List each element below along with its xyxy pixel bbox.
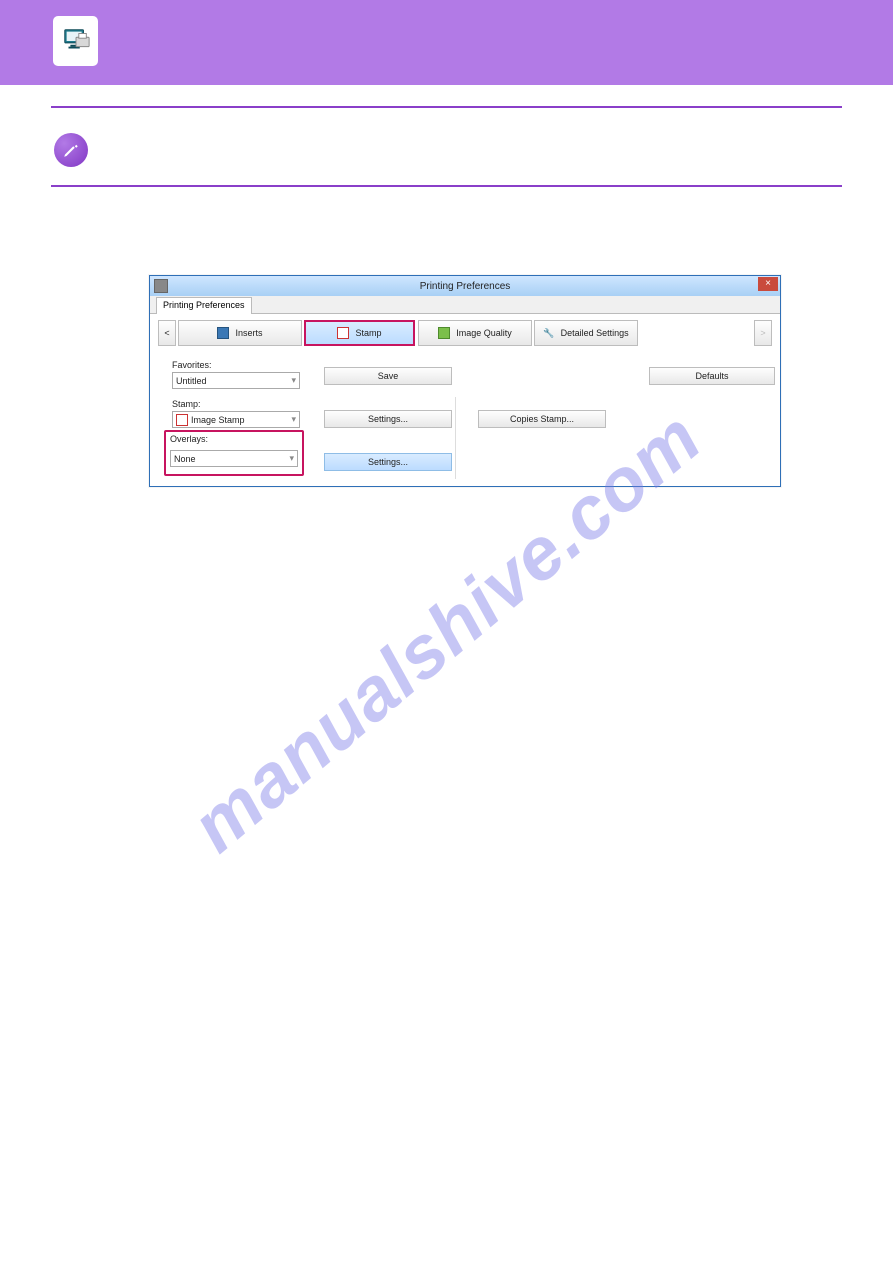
copies-stamp-button[interactable]: Copies Stamp...: [478, 410, 606, 428]
favorites-value: Untitled: [176, 376, 207, 386]
category-tabs: < Inserts Stamp Image Quality 🔧 Detailed…: [158, 320, 772, 350]
watermark: manualshive.com: [0, 0, 893, 1263]
dialog-title-bar: Printing Preferences ×: [150, 276, 780, 296]
divider-bottom: [51, 185, 842, 187]
tab-scroll-right[interactable]: >: [754, 320, 772, 346]
favorites-combo[interactable]: Untitled ▾: [172, 372, 300, 389]
defaults-button[interactable]: Defaults: [649, 367, 775, 385]
tab-printing-preferences[interactable]: Printing Preferences: [156, 297, 252, 314]
page-header-bar: [0, 0, 893, 85]
printer-icon: [154, 279, 168, 293]
overlays-settings-button[interactable]: Settings...: [324, 453, 452, 471]
tab-inserts-label: Inserts: [235, 328, 262, 338]
vertical-divider: [455, 397, 456, 479]
dialog-body: Favorites: Untitled ▾ Save Defaults Stam…: [150, 350, 780, 428]
save-button[interactable]: Save: [324, 367, 452, 385]
tab-strip: Printing Preferences: [150, 296, 780, 314]
printing-preferences-dialog: Printing Preferences × Printing Preferen…: [149, 275, 781, 487]
close-button[interactable]: ×: [758, 277, 778, 291]
overlays-combo[interactable]: None ▾: [170, 450, 298, 467]
overlays-value: None: [174, 454, 196, 464]
stamp-value: Image Stamp: [191, 415, 245, 425]
tab-image-quality-label: Image Quality: [456, 328, 512, 338]
tab-detailed-settings[interactable]: 🔧 Detailed Settings: [534, 320, 638, 346]
stamp-combo[interactable]: Image Stamp ▾: [172, 411, 300, 428]
divider-top: [51, 106, 842, 108]
chevron-down-icon: ▾: [291, 414, 296, 425]
tab-stamp[interactable]: Stamp: [304, 320, 415, 346]
stamp-settings-button[interactable]: Settings...: [324, 410, 452, 428]
overlays-label: Overlays:: [170, 434, 298, 444]
image-quality-icon: [438, 327, 450, 339]
tab-scroll-left[interactable]: <: [158, 320, 176, 346]
image-stamp-icon: [176, 414, 188, 426]
tab-stamp-label: Stamp: [355, 328, 381, 338]
overlays-highlight: Overlays: None ▾: [164, 430, 304, 476]
header-icon-box: [51, 14, 100, 68]
dialog-title: Printing Preferences: [420, 281, 511, 292]
printer-monitor-icon: [61, 26, 91, 56]
chevron-down-icon: ▾: [291, 375, 296, 386]
stamp-label: Stamp:: [172, 399, 768, 409]
chevron-down-icon: ▾: [289, 453, 294, 464]
pencil-circle-icon: [54, 133, 88, 167]
tab-image-quality[interactable]: Image Quality: [418, 320, 532, 346]
stamp-icon: [337, 327, 349, 339]
tab-detailed-label: Detailed Settings: [561, 328, 629, 338]
wrench-icon: 🔧: [543, 328, 554, 339]
tab-inserts[interactable]: Inserts: [178, 320, 302, 346]
inserts-icon: [217, 327, 229, 339]
